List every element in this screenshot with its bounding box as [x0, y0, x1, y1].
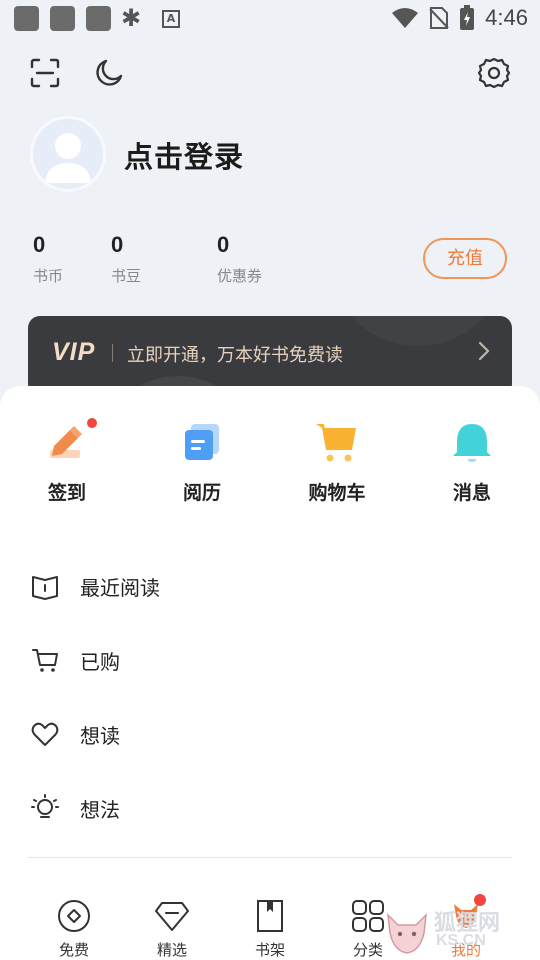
history-button[interactable]: 阅历: [157, 420, 247, 505]
watermark: 狐狸网 KS.CN: [384, 905, 534, 957]
vip-promo-text: 立即开通，万本好书免费读: [127, 345, 343, 366]
book-icon: [32, 576, 58, 600]
coupon-count[interactable]: 0: [217, 232, 229, 258]
clock-time: 4:46: [485, 5, 528, 30]
wifi-icon: [392, 8, 419, 28]
sign-in-label: 签到: [47, 482, 86, 504]
sign-in-button[interactable]: 签到: [22, 418, 112, 505]
heart-icon: [31, 722, 59, 746]
bean-label: 书豆: [111, 267, 142, 285]
history-icon: [185, 424, 219, 460]
notification-icon: [86, 6, 111, 31]
no-sim-icon: [429, 7, 449, 29]
bell-icon: [453, 424, 491, 462]
settings-icon[interactable]: [477, 56, 511, 90]
nav-tab-bookshelf[interactable]: 书架: [230, 888, 310, 960]
nav-tab-free[interactable]: 免费: [34, 888, 114, 960]
cart-icon: [316, 424, 356, 462]
night-mode-icon[interactable]: [92, 56, 126, 90]
scan-icon[interactable]: [28, 56, 62, 90]
menu-item-thoughts[interactable]: 想法: [0, 782, 540, 832]
nav-label-bookshelf: 书架: [254, 941, 285, 959]
menu-label-thoughts: 想法: [80, 798, 120, 822]
battery-icon: [460, 5, 475, 30]
coupon-label: 优惠券: [217, 267, 263, 285]
menu-item-recent-reading[interactable]: 最近阅读: [0, 560, 540, 610]
sign-in-icon: [50, 426, 82, 458]
diamond-icon: [155, 902, 189, 931]
avatar[interactable]: [30, 116, 106, 192]
nav-label-free: 免费: [58, 941, 89, 959]
cart-label: 购物车: [308, 482, 366, 504]
bookshelf-icon: [257, 900, 283, 932]
messages-label: 消息: [452, 482, 491, 504]
vip-separator: [112, 344, 113, 362]
notification-icon: [50, 6, 75, 31]
cart-button[interactable]: 购物车: [292, 420, 382, 505]
divider: [28, 857, 512, 858]
chevron-right-icon: [478, 341, 490, 361]
messages-button[interactable]: 消息: [427, 420, 517, 505]
sign-in-badge: [87, 418, 97, 428]
nav-label-featured: 精选: [156, 941, 187, 959]
coin-count[interactable]: 0: [33, 232, 45, 258]
vip-banner[interactable]: VIP 立即开通，万本好书免费读: [28, 316, 512, 396]
coin-icon: [58, 900, 90, 932]
bug-icon: ✱: [121, 4, 142, 32]
bean-count[interactable]: 0: [111, 232, 123, 258]
login-prompt[interactable]: 点击登录: [124, 134, 244, 176]
menu-label-purchased: 已购: [80, 650, 120, 674]
status-bar: ✱ A 4:46: [0, 0, 540, 36]
keyboard-a-icon: A: [162, 10, 180, 28]
grid-icon: [352, 900, 384, 932]
watermark-domain: KS.CN: [436, 932, 486, 949]
notification-icon: [14, 6, 39, 31]
fox-watermark-icon: [387, 912, 427, 954]
menu-item-purchased[interactable]: 已购: [0, 634, 540, 684]
coin-label: 书币: [33, 267, 64, 285]
vip-logo: VIP: [52, 338, 96, 366]
bulb-icon: [31, 794, 59, 818]
menu-item-want-to-read[interactable]: 想读: [0, 708, 540, 758]
menu-label-recent-reading: 最近阅读: [80, 576, 160, 600]
user-silhouette-icon: [45, 133, 91, 183]
recharge-button[interactable]: 充值: [423, 238, 507, 279]
nav-tab-featured[interactable]: 精选: [132, 888, 212, 960]
history-label: 阅历: [182, 482, 221, 504]
cart-outline-icon: [32, 649, 58, 672]
menu-label-want-to-read: 想读: [80, 724, 120, 748]
